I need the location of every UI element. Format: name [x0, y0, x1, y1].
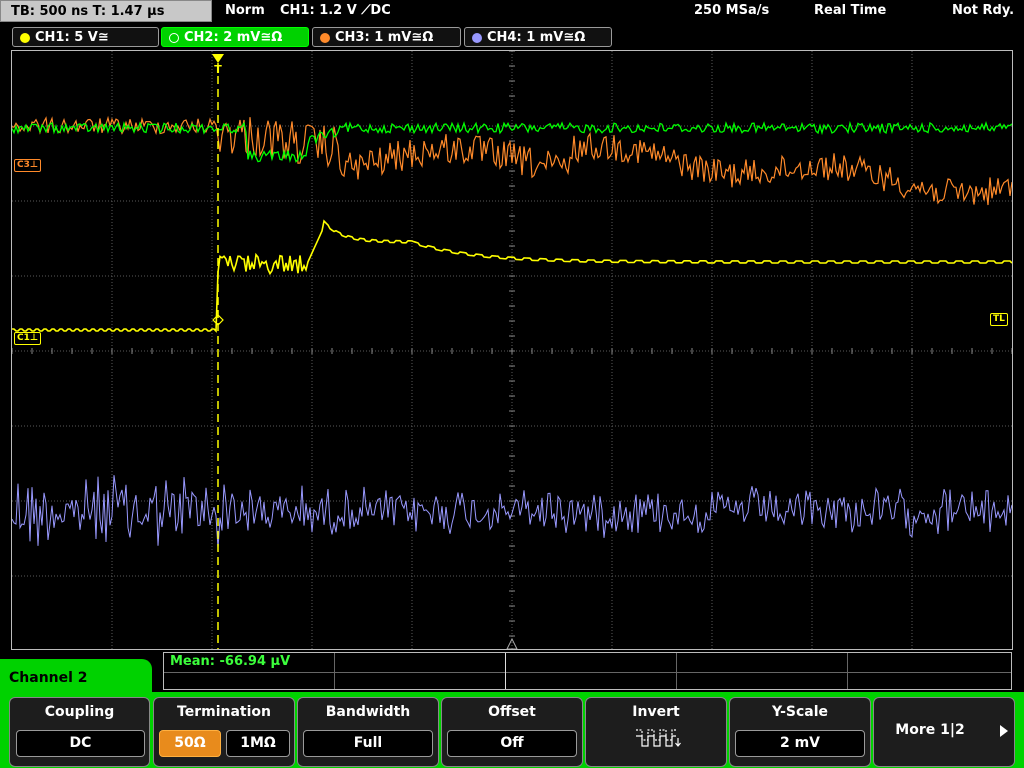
meas-divider: [164, 672, 1011, 673]
trigger-readout[interactable]: CH1: 1.2 V ⟋DC: [280, 0, 391, 22]
ch1-color-icon: [20, 33, 30, 43]
top-status-bar: TB: 500 ns T: 1.47 µs Norm CH1: 1.2 V ⟋D…: [0, 0, 1024, 24]
tab-ch3[interactable]: CH3: 1 mV≅Ω: [312, 27, 461, 47]
meas-divider: [676, 653, 677, 689]
measurement-panel[interactable]: Mean: -66.94 µV: [163, 652, 1012, 690]
coupling-softkey[interactable]: Coupling DC: [9, 697, 150, 767]
more-label: More 1|2: [895, 722, 965, 738]
trigger-mode[interactable]: Norm: [225, 0, 265, 22]
tab-ch4[interactable]: CH4: 1 mV≅Ω: [464, 27, 612, 47]
yscale-value[interactable]: 2 mV: [735, 730, 865, 757]
acquisition-mode: Real Time: [814, 3, 887, 18]
menu-title: Channel 2: [0, 659, 152, 699]
ch1-offset-marker[interactable]: C1⊥: [14, 332, 42, 345]
termination-title: Termination: [177, 704, 271, 720]
tab-ch2[interactable]: CH2: 2 mV≅Ω: [161, 27, 309, 47]
invert-softkey[interactable]: Invert: [585, 697, 727, 767]
tab-ch1-label: CH1: 5 V≅: [35, 30, 109, 45]
ch2-color-icon: [169, 33, 179, 43]
termination-50ohm-button[interactable]: 50Ω: [159, 730, 221, 757]
invert-title: Invert: [632, 704, 680, 720]
meas-divider: [847, 653, 848, 689]
mean-measurement: Mean: -66.94 µV: [170, 654, 291, 669]
waveform-canvas: T: [12, 51, 1012, 649]
trigger-level-marker[interactable]: TL: [990, 313, 1008, 326]
offset-title: Offset: [488, 704, 536, 720]
ch4-color-icon: [472, 33, 482, 43]
offset-softkey[interactable]: Offset Off: [441, 697, 583, 767]
invert-pulse-icon: [636, 729, 681, 747]
center-marker-icon: [506, 637, 518, 649]
tab-ch4-label: CH4: 1 mV≅Ω: [487, 30, 586, 45]
termination-softkey[interactable]: Termination 50Ω 1MΩ: [153, 697, 295, 767]
bandwidth-value[interactable]: Full: [303, 730, 433, 757]
channel-tabs: CH1: 5 V≅ CH2: 2 mV≅Ω CH3: 1 mV≅Ω CH4: 1…: [0, 27, 1024, 49]
trigger-position-icon: [212, 54, 224, 63]
timebase-readout[interactable]: TB: 500 ns T: 1.47 µs: [0, 0, 212, 22]
ch3-color-icon: [320, 33, 330, 43]
tab-ch2-label: CH2: 2 mV≅Ω: [184, 30, 283, 45]
coupling-value[interactable]: DC: [16, 730, 145, 757]
bandwidth-softkey[interactable]: Bandwidth Full: [297, 697, 439, 767]
meas-divider: [505, 653, 506, 689]
yscale-softkey[interactable]: Y-Scale 2 mV: [729, 697, 871, 767]
more-softkey[interactable]: More 1|2: [873, 697, 1015, 767]
bandwidth-title: Bandwidth: [325, 704, 411, 720]
termination-1mohm-button[interactable]: 1MΩ: [226, 730, 290, 757]
arrow-right-icon: [1000, 725, 1008, 737]
status-indicator: Not Rdy.: [952, 3, 1015, 18]
waveform-display[interactable]: T C3⊥ C1⊥ TL: [11, 50, 1013, 650]
coupling-title: Coupling: [44, 704, 115, 720]
tab-ch1[interactable]: CH1: 5 V≅: [12, 27, 159, 47]
meas-divider: [334, 653, 335, 689]
offset-value[interactable]: Off: [447, 730, 577, 757]
trigger-position-label: T: [214, 63, 222, 76]
graticule-grid: [12, 51, 1012, 649]
ch3-offset-marker[interactable]: C3⊥: [14, 159, 42, 172]
yscale-title: Y-Scale: [771, 704, 828, 720]
tab-ch3-label: CH3: 1 mV≅Ω: [335, 30, 434, 45]
sample-rate: 250 MSa/s: [694, 3, 770, 18]
